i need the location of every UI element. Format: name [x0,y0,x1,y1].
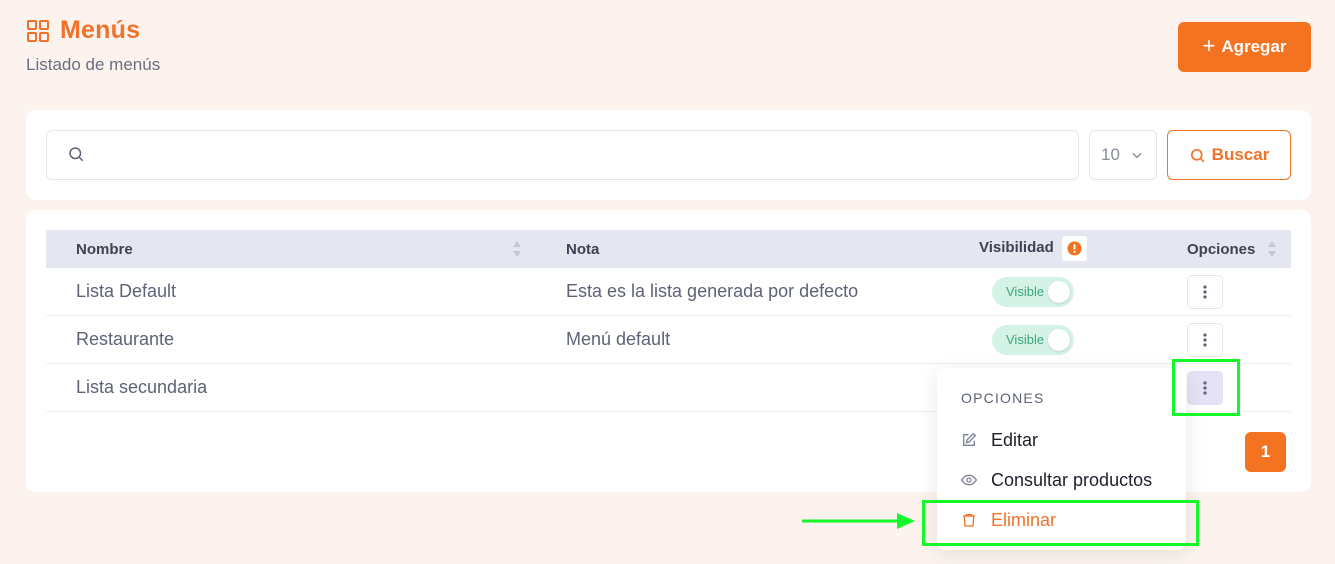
sort-icon[interactable] [1267,239,1277,259]
arrow-right-icon [802,513,915,529]
table-row: Lista Default Esta es la lista generada … [46,268,1291,316]
row-name: Lista Default [76,281,177,301]
toggle-knob [1048,329,1070,351]
row-note: Menú default [566,329,671,349]
search-field[interactable] [46,130,1079,180]
chevron-down-icon [1132,152,1142,159]
plus-icon: + [1202,33,1216,58]
row-name: Lista secundaria [76,377,208,397]
info-icon [1067,241,1082,256]
search-icon [1190,148,1205,162]
column-header-nota: Nota [566,240,600,258]
table-header: Nombre Nota Visibilidad Opciones [46,230,1291,268]
column-header-nombre[interactable]: Nombre [76,230,133,268]
table-row: Restaurante Menú default Visible [46,316,1291,364]
visibility-toggle[interactable]: Visible [992,277,1074,307]
info-tooltip-trigger[interactable] [1062,236,1087,261]
grid-icon [27,19,49,42]
row-options-button[interactable] [1187,323,1223,357]
menu-item-label: Consultar productos [991,469,1153,490]
highlight-box [1172,359,1240,416]
search-card: 10 Buscar [26,110,1311,200]
edit-icon [963,432,977,446]
page-subtitle: Listado de menús [26,55,161,74]
row-options-button[interactable] [1187,275,1223,309]
column-header-visibilidad: Visibilidad [979,238,1054,256]
more-vertical-icon [1203,333,1207,347]
search-input[interactable] [97,131,1067,179]
toggle-knob [1048,281,1070,303]
more-vertical-icon [1203,285,1207,299]
page-title: Menús [60,16,141,44]
add-button-label: Agregar [1221,37,1287,56]
menu-item-label: Editar [991,429,1039,450]
add-button[interactable]: + Agregar [1178,22,1311,72]
search-button-label: Buscar [1211,145,1270,164]
highlight-box [922,500,1199,546]
dropdown-heading: OPCIONES [961,390,1045,406]
visibility-label: Visible [1006,332,1045,347]
sort-icon[interactable] [512,239,522,259]
row-name: Restaurante [76,329,175,349]
search-icon [69,147,84,162]
menu-item-consultar-productos[interactable]: Consultar productos [961,468,1152,492]
visibility-label: Visible [1006,284,1045,299]
row-note: Esta es la lista generada por defecto [566,281,859,301]
visibility-toggle[interactable]: Visible [992,325,1074,355]
page-header: Menús Listado de menús [26,16,160,75]
page-size-value: 10 [1101,145,1120,164]
eye-icon [961,474,977,486]
search-button[interactable]: Buscar [1167,130,1291,180]
page-size-select[interactable]: 10 [1089,130,1157,180]
column-header-opciones: Opciones [1187,240,1256,258]
pagination-page[interactable]: 1 [1245,432,1286,472]
menu-item-editar[interactable]: Editar [961,428,1038,452]
